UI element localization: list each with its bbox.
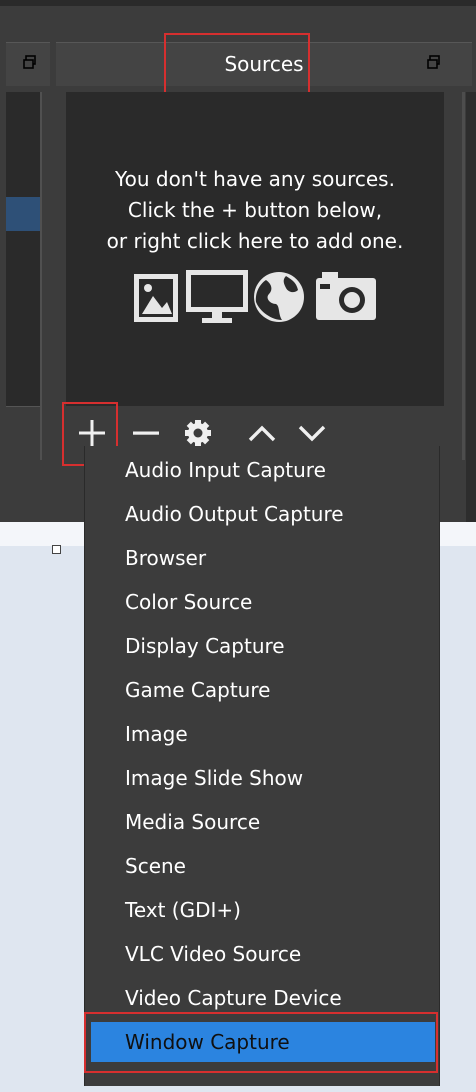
- menu-item-vlc-video-source[interactable]: VLC Video Source: [85, 934, 439, 974]
- scene-item-selected[interactable]: [6, 197, 40, 231]
- arrow-down-icon: [298, 425, 326, 442]
- add-source-menu: Audio Input Capture Audio Output Capture…: [84, 446, 440, 1086]
- image-icon: [134, 274, 178, 322]
- menu-item-browser[interactable]: Browser: [85, 538, 439, 578]
- globe-icon: [254, 272, 304, 322]
- menu-item-media-source[interactable]: Media Source: [85, 802, 439, 842]
- scenes-toolbar: [6, 406, 40, 462]
- menu-item-text-gdi[interactable]: Text (GDI+): [85, 890, 439, 930]
- remove-icon: [133, 431, 159, 435]
- menu-item-image-slide-show[interactable]: Image Slide Show: [85, 758, 439, 798]
- empty-sources-message: You don't have any sources. Click the + …: [106, 167, 404, 253]
- camera-icon: [316, 272, 376, 320]
- menu-item-scene[interactable]: Scene: [85, 846, 439, 886]
- menu-item-color-source[interactable]: Color Source: [85, 582, 439, 622]
- adjacent-dock-list: [466, 92, 476, 532]
- float-icon[interactable]: [426, 54, 442, 70]
- menu-item-audio-input-capture[interactable]: Audio Input Capture: [85, 450, 439, 490]
- arrow-up-icon: [248, 425, 276, 442]
- window-capture-highlight-box: [84, 1012, 438, 1073]
- scenes-list[interactable]: [6, 92, 40, 406]
- empty-sources-icons: [134, 270, 376, 323]
- float-icon[interactable]: [22, 54, 38, 70]
- title-highlight-box: [164, 33, 310, 96]
- menu-item-game-capture[interactable]: Game Capture: [85, 670, 439, 710]
- menu-item-image[interactable]: Image: [85, 714, 439, 754]
- resize-handle[interactable]: [52, 545, 61, 554]
- menu-item-audio-output-capture[interactable]: Audio Output Capture: [85, 494, 439, 534]
- dock-separator: [462, 92, 465, 460]
- monitor-icon: [186, 270, 248, 323]
- background-area: [440, 546, 476, 1092]
- gear-icon: [185, 420, 211, 446]
- menu-item-display-capture[interactable]: Display Capture: [85, 626, 439, 666]
- dock-separator: [40, 92, 42, 460]
